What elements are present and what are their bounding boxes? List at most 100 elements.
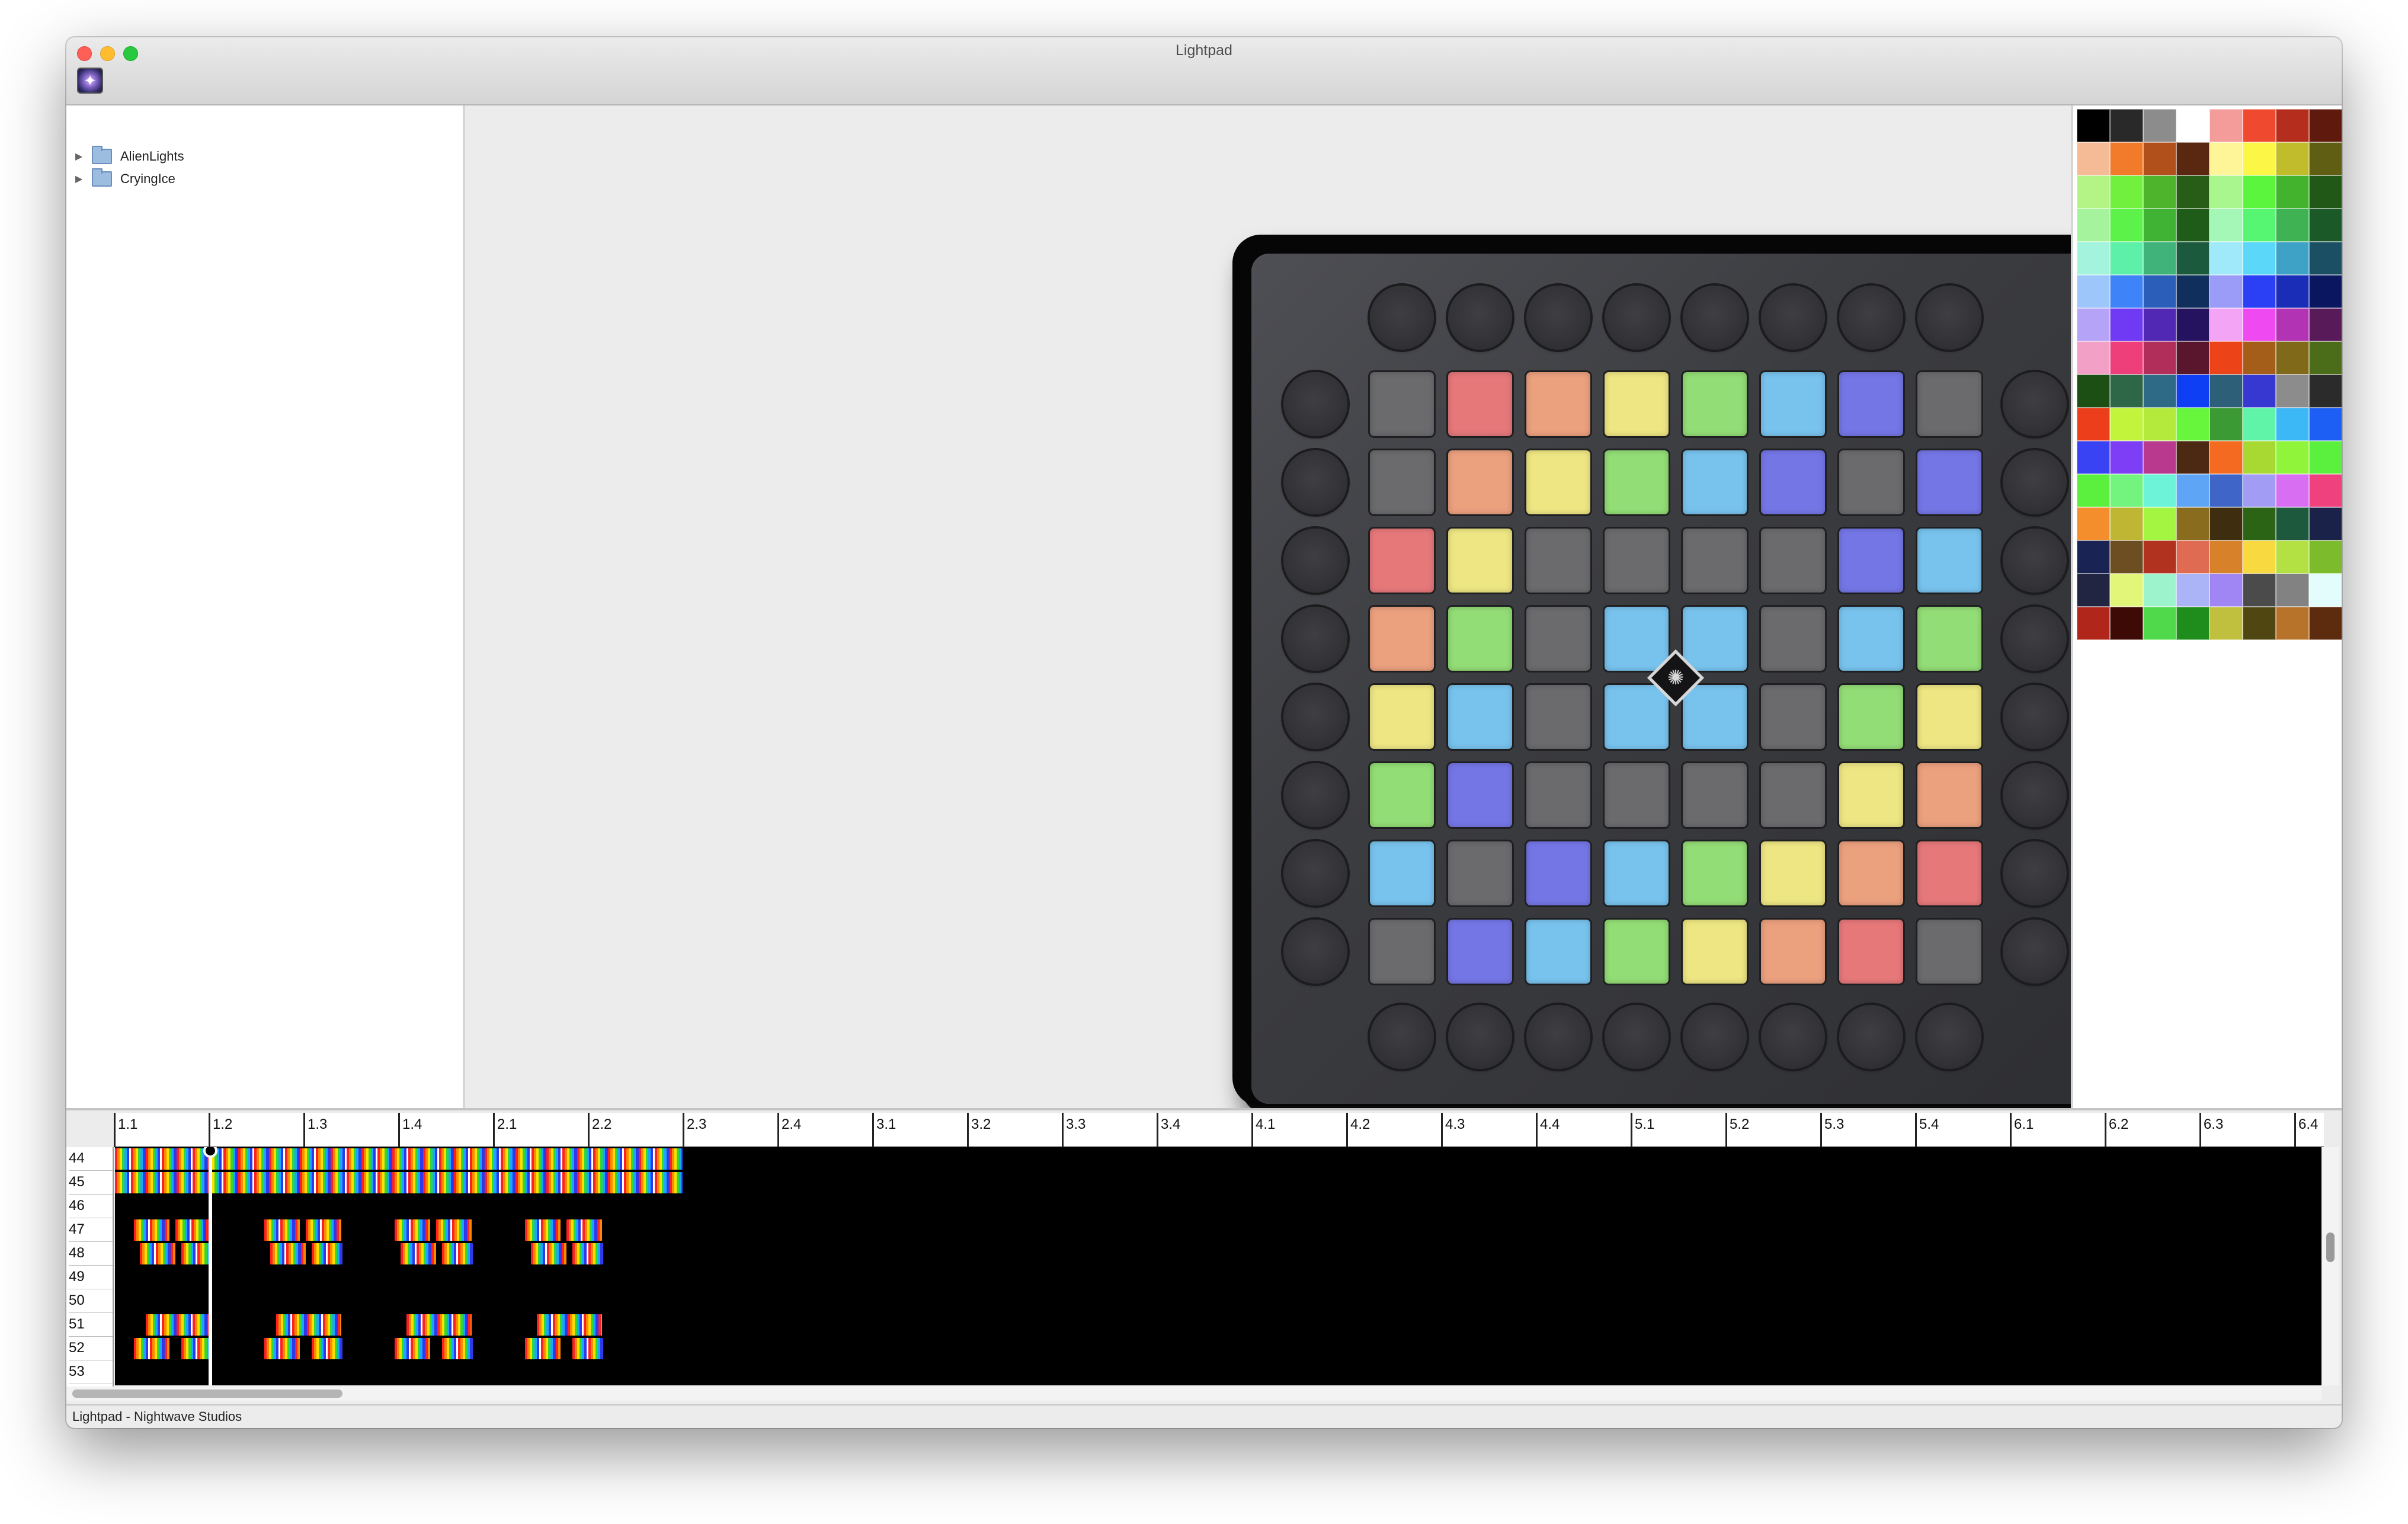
grid-pad[interactable] <box>1605 685 1669 749</box>
palette-swatch[interactable] <box>2210 142 2243 175</box>
left-round-button[interactable] <box>1283 920 1347 984</box>
palette-swatch[interactable] <box>2176 341 2210 374</box>
palette-swatch[interactable] <box>2143 408 2176 441</box>
grid-pad[interactable] <box>1605 529 1669 593</box>
timeline-event-block[interactable] <box>395 1338 430 1359</box>
timeline-event-block[interactable] <box>134 1219 169 1241</box>
palette-swatch[interactable] <box>2176 540 2210 574</box>
bottom-round-button[interactable] <box>1683 1005 1747 1069</box>
grid-pad[interactable] <box>1917 529 1981 593</box>
palette-swatch[interactable] <box>2110 175 2143 209</box>
timeline-event-block[interactable] <box>115 1172 683 1193</box>
grid-pad[interactable] <box>1526 372 1590 436</box>
top-round-button[interactable] <box>1526 286 1590 350</box>
palette-swatch[interactable] <box>2143 308 2176 341</box>
timeline-event-block[interactable] <box>264 1219 300 1241</box>
right-round-button[interactable] <box>2003 920 2067 984</box>
grid-pad[interactable] <box>1839 920 1903 984</box>
palette-swatch[interactable] <box>2143 109 2176 142</box>
palette-swatch[interactable] <box>2309 242 2342 275</box>
grid-pad[interactable] <box>1526 450 1590 514</box>
palette-swatch[interactable] <box>2110 574 2143 607</box>
palette-swatch[interactable] <box>2276 507 2309 540</box>
palette-swatch[interactable] <box>2210 308 2243 341</box>
timeline-grid[interactable] <box>115 1147 2321 1385</box>
grid-pad[interactable] <box>1605 920 1669 984</box>
grid-pad[interactable] <box>1761 607 1825 671</box>
timeline-event-block[interactable] <box>134 1338 169 1359</box>
grid-pad[interactable] <box>1917 450 1981 514</box>
palette-swatch[interactable] <box>2309 374 2342 408</box>
palette-swatch[interactable] <box>2243 374 2276 408</box>
grid-pad[interactable] <box>1839 763 1903 827</box>
palette-swatch[interactable] <box>2110 540 2143 574</box>
palette-swatch[interactable] <box>2077 374 2110 408</box>
grid-pad[interactable] <box>1839 450 1903 514</box>
palette-swatch[interactable] <box>2243 142 2276 175</box>
bottom-round-button[interactable] <box>1839 1005 1903 1069</box>
palette-swatch[interactable] <box>2077 574 2110 607</box>
timeline-event-block[interactable] <box>406 1314 472 1336</box>
palette-swatch[interactable] <box>2110 308 2143 341</box>
palette-swatch[interactable] <box>2077 540 2110 574</box>
palette-swatch[interactable] <box>2276 540 2309 574</box>
palette-swatch[interactable] <box>2210 441 2243 474</box>
palette-swatch[interactable] <box>2077 209 2110 242</box>
palette-swatch[interactable] <box>2210 374 2243 408</box>
palette-swatch[interactable] <box>2243 574 2276 607</box>
palette-swatch[interactable] <box>2309 474 2342 507</box>
grid-pad[interactable] <box>1370 841 1434 905</box>
palette-swatch[interactable] <box>2243 507 2276 540</box>
grid-pad[interactable] <box>1761 763 1825 827</box>
timeline-event-block[interactable] <box>140 1243 175 1264</box>
timeline-event-block[interactable] <box>306 1219 341 1241</box>
palette-swatch[interactable] <box>2077 441 2110 474</box>
horizontal-scroll-thumb[interactable] <box>72 1389 342 1398</box>
grid-pad[interactable] <box>1526 763 1590 827</box>
right-round-button[interactable] <box>2003 763 2067 827</box>
palette-swatch[interactable] <box>2110 242 2143 275</box>
grid-pad[interactable] <box>1448 529 1512 593</box>
grid-pad[interactable] <box>1917 920 1981 984</box>
palette-swatch[interactable] <box>2243 175 2276 209</box>
grid-pad[interactable] <box>1917 763 1981 827</box>
grid-pad[interactable] <box>1761 685 1825 749</box>
palette-swatch[interactable] <box>2077 607 2110 640</box>
right-round-button[interactable] <box>2003 372 2067 436</box>
palette-swatch[interactable] <box>2110 474 2143 507</box>
grid-pad[interactable] <box>1917 372 1981 436</box>
palette-swatch[interactable] <box>2243 540 2276 574</box>
grid-pad[interactable] <box>1448 372 1512 436</box>
palette-swatch[interactable] <box>2143 441 2176 474</box>
palette-swatch[interactable] <box>2143 574 2176 607</box>
palette-swatch[interactable] <box>2243 607 2276 640</box>
palette-swatch[interactable] <box>2276 109 2309 142</box>
left-round-button[interactable] <box>1283 607 1347 671</box>
palette-swatch[interactable] <box>2110 507 2143 540</box>
grid-pad[interactable] <box>1683 607 1747 671</box>
palette-swatch[interactable] <box>2077 109 2110 142</box>
right-round-button[interactable] <box>2003 529 2067 593</box>
top-round-button[interactable] <box>1761 286 1825 350</box>
grid-pad[interactable] <box>1605 450 1669 514</box>
palette-swatch[interactable] <box>2276 175 2309 209</box>
palette-swatch[interactable] <box>2276 474 2309 507</box>
palette-swatch[interactable] <box>2243 209 2276 242</box>
palette-swatch[interactable] <box>2077 507 2110 540</box>
timeline-event-block[interactable] <box>264 1338 300 1359</box>
palette-swatch[interactable] <box>2077 341 2110 374</box>
palette-swatch[interactable] <box>2309 441 2342 474</box>
left-round-button[interactable] <box>1283 685 1347 749</box>
palette-swatch[interactable] <box>2309 341 2342 374</box>
grid-pad[interactable] <box>1761 450 1825 514</box>
timeline-event-block[interactable] <box>115 1148 683 1170</box>
palette-swatch[interactable] <box>2176 474 2210 507</box>
left-round-button[interactable] <box>1283 763 1347 827</box>
palette-swatch[interactable] <box>2309 408 2342 441</box>
timeline-ruler[interactable]: 1.1 1.2 1.3 1.4 2.1 2.2 2.3 2.4 3.1 3.2 3.3 3.4 4.1 4… <box>114 1113 2324 1147</box>
palette-swatch[interactable] <box>2309 540 2342 574</box>
timeline-event-block[interactable] <box>537 1314 602 1336</box>
palette-swatch[interactable] <box>2309 109 2342 142</box>
palette-swatch[interactable] <box>2276 341 2309 374</box>
grid-pad[interactable] <box>1370 529 1434 593</box>
